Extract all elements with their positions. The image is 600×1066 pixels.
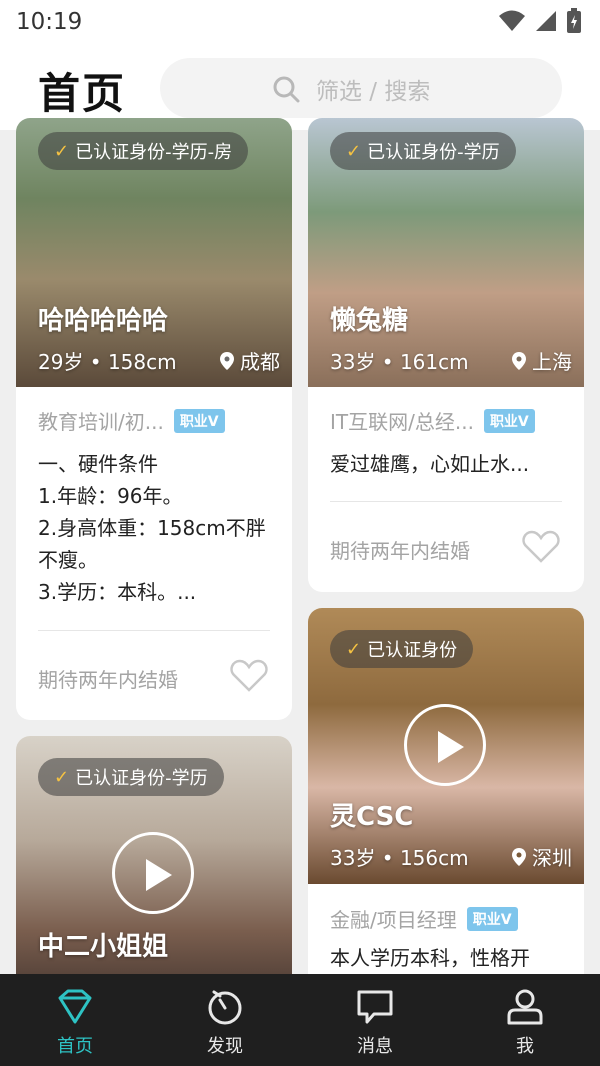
tab-messages[interactable]: 消息 [300, 974, 450, 1066]
heart-icon[interactable] [522, 529, 560, 563]
check-icon: ✓ [346, 140, 362, 162]
check-icon: ✓ [346, 638, 362, 660]
status-time: 10:19 [16, 9, 83, 35]
profile-name: 中二小姐姐 [38, 932, 169, 962]
tab-home[interactable]: 首页 [0, 974, 150, 1066]
page-title: 首页 [38, 69, 127, 118]
job-verified-tag: 职业V [173, 408, 225, 433]
profile-age-height: 33岁 • 156cm [330, 846, 469, 870]
profile-description: 本人学历本科，性格开 [330, 946, 530, 970]
signal-icon [536, 11, 556, 31]
discover-icon [208, 990, 242, 1025]
profile-photo: ✓ 已认证身份-学历 懒兔糖 33岁 • 161cm 上海 [308, 118, 584, 387]
search-icon [273, 76, 300, 103]
profile-hope: 期待两年内结婚 [330, 539, 470, 563]
play-video-button[interactable] [112, 832, 194, 914]
check-icon: ✓ [54, 766, 70, 788]
profile-hope: 期待两年内结婚 [38, 668, 178, 692]
profile-description: 一、硬件条件 1.年龄：96年。 2.身高体重：158cm不胖不瘦。 3.学历：… [38, 452, 266, 604]
tab-discover[interactable]: 发现 [150, 974, 300, 1066]
verified-badge: ✓ 已认证身份-学历-房 [38, 132, 249, 170]
verified-badge: ✓ 已认证身份-学历 [330, 132, 516, 170]
profile-card[interactable]: ✓ 已认证身份-学历 懒兔糖 33岁 • 161cm 上海 IT互联网/总经..… [308, 118, 584, 592]
diamond-icon [58, 989, 92, 1024]
profile-job: IT互联网/总经... 职业V [330, 406, 535, 435]
card-divider [38, 630, 270, 631]
profile-age-height: 33岁 • 161cm [330, 350, 469, 374]
profile-city: 深圳 [512, 842, 572, 871]
profile-card[interactable]: ✓ 已认证身份 灵CSC 33岁 • 156cm 深圳 金融/项目经理 职业V … [308, 608, 584, 1008]
location-icon [512, 351, 526, 370]
search-placeholder: 筛选 / 搜索 [316, 79, 431, 105]
tab-me[interactable]: 我 [450, 974, 600, 1066]
profile-job: 教育培训/初... 职业V [38, 406, 225, 435]
location-icon [512, 847, 526, 866]
message-icon [357, 990, 393, 1024]
job-verified-tag: 职业V [466, 906, 518, 931]
wifi-icon [499, 10, 525, 31]
profile-photo: ✓ 已认证身份-学历-房 哈哈哈哈哈 29岁 • 158cm 成都 [16, 118, 292, 387]
status-bar: 10:19 [0, 0, 600, 48]
search-bar[interactable]: 筛选 / 搜索 [160, 58, 562, 118]
profile-card[interactable]: ✓ 已认证身份-学历 中二小姐姐 [16, 736, 292, 996]
battery-icon [567, 8, 581, 33]
profile-photo: ✓ 已认证身份-学历 中二小姐姐 [16, 736, 292, 996]
profile-name: 懒兔糖 [330, 306, 409, 336]
profile-description: 爱过雄鹰，心如止水... [330, 452, 530, 476]
profile-city: 上海 [512, 346, 572, 375]
profile-age-height: 29岁 • 158cm [38, 350, 177, 374]
verified-badge: ✓ 已认证身份-学历 [38, 758, 224, 796]
profile-icon [507, 989, 543, 1025]
bottom-tab-bar: 首页 发现 消息 我 [0, 974, 600, 1066]
profile-job: 金融/项目经理 职业V [330, 904, 518, 933]
check-icon: ✓ [54, 140, 70, 162]
profile-name: 灵CSC [330, 802, 414, 832]
profile-city: 成都 [220, 346, 280, 375]
location-icon [220, 351, 234, 370]
profile-name: 哈哈哈哈哈 [38, 306, 169, 336]
card-divider [330, 501, 562, 502]
verified-badge: ✓ 已认证身份 [330, 630, 474, 668]
status-icons [498, 8, 582, 34]
profile-card[interactable]: ✓ 已认证身份-学历-房 哈哈哈哈哈 29岁 • 158cm 成都 教育培训/初… [16, 118, 292, 720]
heart-icon[interactable] [230, 658, 268, 692]
job-verified-tag: 职业V [483, 408, 535, 433]
play-video-button[interactable] [404, 704, 486, 786]
profile-photo: ✓ 已认证身份 灵CSC 33岁 • 156cm 深圳 [308, 608, 584, 884]
